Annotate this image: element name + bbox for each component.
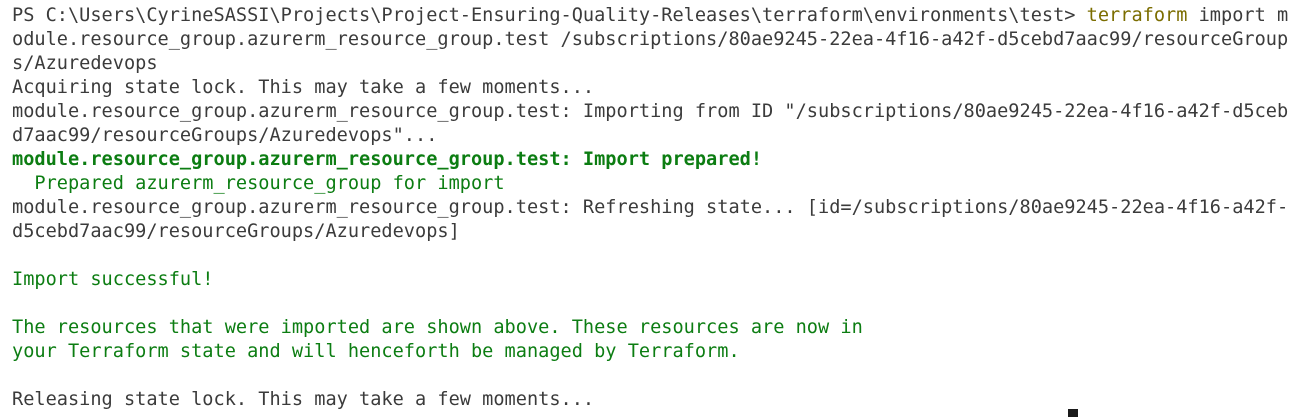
import-successful-line: Import successful! (12, 269, 214, 290)
refreshing-line-1: module.resource_group.azurerm_resource_g… (12, 197, 1289, 218)
terminal-cursor (1068, 409, 1078, 417)
importing-line-1: module.resource_group.azurerm_resource_g… (12, 101, 1289, 122)
resources-message-line-1: The resources that were imported are sho… (12, 317, 863, 338)
command-line-3: s/Azuredevops (12, 53, 158, 74)
prepared-detail-line: Prepared azurerm_resource_group for impo… (12, 173, 505, 194)
releasing-lock-line: Releasing state lock. This may take a fe… (12, 389, 595, 410)
terminal-window[interactable]: PS C:\Users\CyrineSASSI\Projects\Project… (0, 0, 1297, 417)
import-prepared-line: module.resource_group.azurerm_resource_g… (12, 149, 763, 170)
importing-line-2: d7aac99/resourceGroups/Azuredevops"... (12, 125, 438, 146)
refreshing-line-2: d5cebd7aac99/resourceGroups/Azuredevops] (12, 221, 460, 242)
command-name: terraform (1086, 5, 1188, 26)
command-line-2: odule.resource_group.azurerm_resource_gr… (12, 29, 1289, 50)
prompt: PS C:\Users\CyrineSASSI\Projects\Project… (12, 5, 1087, 26)
resources-message-line-2: your Terraform state and will henceforth… (12, 341, 740, 362)
command-line-1: PS C:\Users\CyrineSASSI\Projects\Project… (12, 4, 1288, 28)
command-args: import m (1187, 5, 1289, 26)
acquiring-lock-line: Acquiring state lock. This may take a fe… (12, 77, 595, 98)
